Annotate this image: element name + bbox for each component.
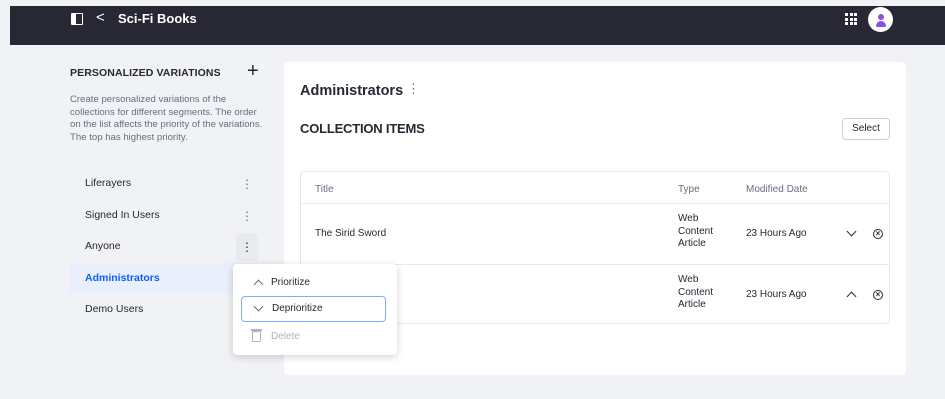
page-title: Sci-Fi Books	[118, 11, 197, 26]
apps-grid-icon[interactable]	[845, 13, 857, 25]
row-2-type: Web Content Article	[678, 274, 714, 310]
column-header-modified-date: Modified Date	[746, 184, 808, 195]
menu-item-delete-label: Delete	[271, 331, 300, 342]
variation-kebab-icon[interactable]: ⋮	[407, 81, 420, 97]
row-1-title: The Sirid Sword	[315, 228, 387, 239]
sidebar-item-administrators[interactable]: Administrators	[70, 263, 260, 294]
remove-item-icon[interactable]: ×	[873, 290, 883, 300]
sidebar-item-liferayers[interactable]: Liferayers	[70, 168, 260, 199]
variation-actions-dropdown: Prioritize Deprioritize Delete	[233, 264, 397, 355]
row-divider	[301, 203, 889, 204]
menu-item-delete[interactable]: Delete	[241, 324, 386, 350]
column-header-title: Title	[315, 184, 334, 195]
row-1-modified: 23 Hours Ago	[746, 228, 807, 239]
variation-title: Administrators	[300, 83, 404, 99]
menu-item-deprioritize-label: Deprioritize	[272, 303, 323, 314]
menu-item-deprioritize[interactable]: Deprioritize	[241, 296, 386, 322]
sidebar-item-anyone-kebab-icon[interactable]: ⋮	[236, 233, 258, 261]
sidebar-item-anyone[interactable]: Anyone	[70, 231, 260, 262]
collection-items-title: COLLECTION ITEMS	[300, 121, 425, 136]
sidebar-item-signed-in-users[interactable]: Signed In Users	[70, 200, 260, 231]
remove-item-icon[interactable]: ×	[873, 229, 883, 239]
sidebar-item-liferayers-kebab-icon[interactable]: ⋮	[236, 170, 258, 198]
sidebar-description: Create personalized variations of the co…	[70, 94, 263, 143]
row-2-modified: 23 Hours Ago	[746, 289, 807, 300]
move-down-icon[interactable]	[846, 226, 857, 237]
row-1-type: Web Content Article	[678, 213, 714, 249]
select-button[interactable]: Select	[842, 118, 890, 140]
move-up-icon[interactable]	[846, 291, 857, 302]
panel-toggle-icon[interactable]	[71, 13, 83, 25]
trash-icon	[251, 329, 262, 342]
menu-item-prioritize-label: Prioritize	[271, 277, 310, 288]
sidebar-title: PERSONALIZED VARIATIONS	[70, 67, 221, 79]
chevron-down-icon	[253, 301, 264, 312]
user-avatar-icon[interactable]	[868, 7, 893, 32]
column-header-type: Type	[678, 184, 700, 195]
add-variation-button[interactable]: +	[247, 59, 259, 83]
sidebar-item-signed-in-users-kebab-icon[interactable]: ⋮	[236, 202, 258, 230]
chevron-up-icon	[253, 279, 264, 290]
sidebar-item-demo-users[interactable]: Demo Users	[70, 294, 260, 325]
back-button[interactable]: <	[96, 8, 105, 28]
menu-item-prioritize[interactable]: Prioritize	[241, 270, 386, 296]
